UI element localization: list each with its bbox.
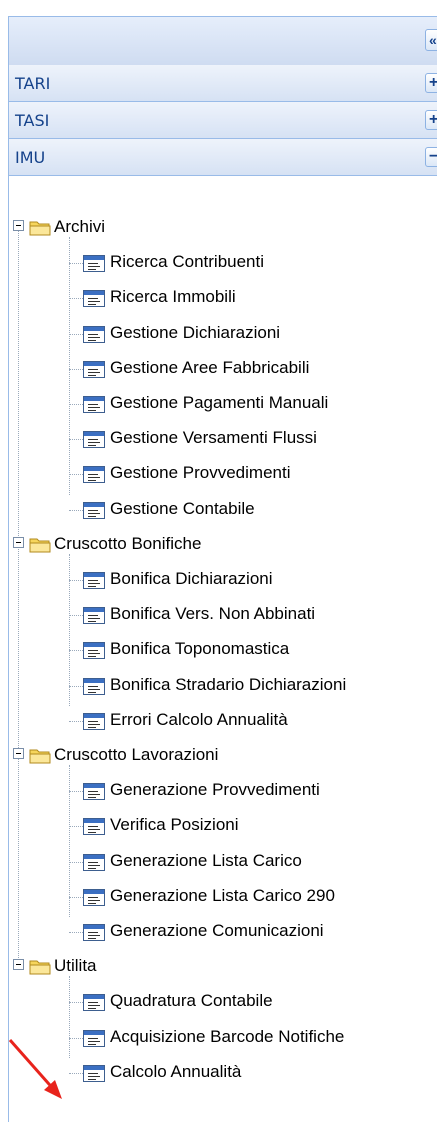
tree-item-label: Gestione Provvedimenti — [110, 463, 291, 483]
tree-item-label: Bonifica Stradario Dichiarazioni — [110, 674, 347, 694]
form-icon — [83, 360, 105, 378]
form-icon — [83, 818, 105, 836]
form-icon — [83, 1029, 105, 1047]
tree-item-label: Gestione Contabile — [110, 498, 255, 518]
form-icon — [83, 677, 105, 695]
collapse-panel-button[interactable]: « — [425, 29, 437, 51]
tree-item-label: Calcolo Annualità — [110, 1061, 242, 1081]
tree-item-label: Bonifica Toponomastica — [110, 639, 290, 659]
tree-item-label: Generazione Lista Carico — [110, 850, 302, 870]
form-icon — [83, 255, 105, 273]
tree-item-label: Bonifica Vers. Non Abbinati — [110, 604, 316, 624]
arrow-shaft — [8, 1039, 58, 1093]
form-icon — [83, 888, 105, 906]
form-icon — [83, 290, 105, 308]
tree-item-label: Generazione Lista Carico 290 — [110, 885, 335, 905]
tree-item-label: Gestione Aree Fabbricabili — [110, 357, 310, 377]
tree-item-label: Bonifica Dichiarazioni — [110, 569, 273, 588]
form-icon — [83, 712, 105, 730]
tree-item-label: Generazione Provvedimenti — [110, 780, 320, 800]
tree-item-label: Gestione Dichiarazioni — [110, 322, 281, 342]
tree-item-label: Generazione Comunicazioni — [110, 921, 324, 940]
tree-item-label: Gestione Versamenti Flussi — [110, 428, 317, 448]
form-icon — [83, 325, 105, 343]
collapse-icon[interactable]: − — [425, 147, 437, 167]
form-icon — [83, 994, 105, 1012]
form-icon — [83, 396, 105, 413]
red-arrow-annotation — [8, 1039, 62, 1099]
tree-item-label: Verifica Posizioni — [110, 815, 239, 835]
form-icon — [83, 607, 105, 625]
expand-icon[interactable]: + — [425, 110, 437, 130]
tree-item-label: Ricerca Contribuenti — [110, 252, 265, 272]
form-icon — [83, 572, 105, 589]
double-chevron-left-icon: « — [429, 32, 437, 48]
tree-item-label: Gestione Pagamenti Manuali — [110, 393, 329, 412]
tree-item-label: Errori Calcolo Annualità — [110, 709, 288, 729]
tree-item-label: Acquisizione Barcode Notifiche — [110, 1026, 345, 1046]
form-icon — [83, 924, 105, 941]
form-icon — [83, 642, 105, 660]
form-icon — [83, 501, 105, 519]
form-icon — [83, 466, 105, 484]
tree-item-label: Quadratura Contabile — [110, 991, 273, 1011]
form-icon — [83, 1064, 105, 1082]
form-icon — [83, 431, 105, 449]
tree-item-label: Ricerca Immobili — [110, 287, 236, 307]
expand-icon[interactable]: + — [425, 73, 437, 93]
form-icon — [83, 783, 105, 801]
form-icon — [83, 853, 105, 871]
